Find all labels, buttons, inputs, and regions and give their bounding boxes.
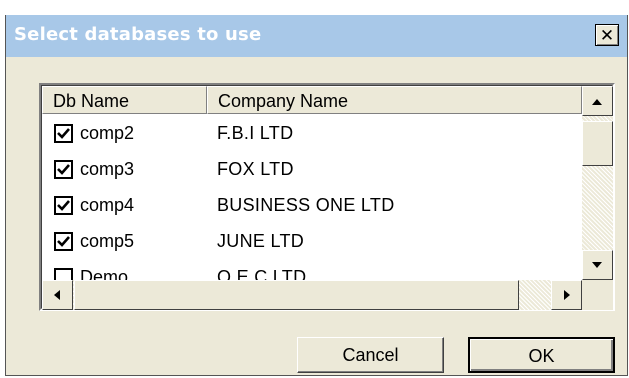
- ok-button[interactable]: OK: [468, 337, 615, 373]
- list-header: Db Name Company Name: [42, 86, 582, 116]
- db-name: comp3: [80, 159, 135, 179]
- dialog-title: Select databases to use: [14, 24, 262, 45]
- list-item[interactable]: comp2 F.B.I LTD: [42, 116, 582, 152]
- row-checkbox[interactable]: [54, 124, 73, 143]
- horizontal-scrollbar[interactable]: [42, 280, 582, 310]
- db-name: comp2: [80, 123, 135, 143]
- db-name: comp5: [80, 231, 135, 251]
- check-icon: [57, 128, 70, 139]
- arrow-left-icon: [54, 290, 60, 300]
- vertical-scrollbar[interactable]: [582, 86, 613, 280]
- row-checkbox[interactable]: [54, 268, 73, 280]
- close-icon: ✕: [599, 26, 615, 46]
- company-name: JUNE LTD: [217, 231, 305, 251]
- title-bar[interactable]: Select databases to use ✕: [6, 15, 627, 57]
- arrow-right-icon: [564, 290, 570, 300]
- db-name: Demo: [80, 267, 129, 280]
- column-header-company-name[interactable]: Company Name: [207, 86, 582, 114]
- column-header-db-name[interactable]: Db Name: [42, 86, 207, 114]
- scroll-left-button[interactable]: [42, 280, 73, 310]
- list-item[interactable]: Demo O.E.C LTD: [42, 260, 582, 280]
- check-icon: [57, 236, 70, 247]
- company-name: BUSINESS ONE LTD: [217, 195, 395, 215]
- close-button[interactable]: ✕: [595, 24, 619, 46]
- arrow-down-icon: [592, 262, 602, 268]
- scroll-down-button[interactable]: [582, 250, 613, 280]
- company-name: F.B.I LTD: [217, 123, 294, 143]
- company-name: O.E.C LTD: [217, 267, 307, 280]
- list-item[interactable]: comp4 BUSINESS ONE LTD: [42, 188, 582, 224]
- row-checkbox[interactable]: [54, 196, 73, 215]
- database-list[interactable]: Db Name Company Name comp2 F.B.I LTD com…: [39, 83, 615, 311]
- scroll-right-button[interactable]: [551, 280, 582, 310]
- list-rows: comp2 F.B.I LTD comp3 FOX LTD comp4 BUSI…: [42, 116, 582, 280]
- list-item[interactable]: comp5 JUNE LTD: [42, 224, 582, 260]
- vertical-scroll-thumb[interactable]: [582, 121, 613, 166]
- scroll-up-button[interactable]: [582, 86, 613, 116]
- cancel-button[interactable]: Cancel: [297, 337, 444, 373]
- row-checkbox[interactable]: [54, 160, 73, 179]
- list-item[interactable]: comp3 FOX LTD: [42, 152, 582, 188]
- horizontal-scroll-thumb[interactable]: [74, 280, 519, 310]
- row-checkbox[interactable]: [54, 232, 73, 251]
- scrollbar-corner: [582, 280, 613, 310]
- db-name: comp4: [80, 195, 135, 215]
- arrow-up-icon: [592, 99, 602, 105]
- company-name: FOX LTD: [217, 159, 294, 179]
- check-icon: [57, 200, 70, 211]
- check-icon: [57, 164, 70, 175]
- select-databases-dialog: Select databases to use ✕ Db Name Compan…: [5, 15, 628, 376]
